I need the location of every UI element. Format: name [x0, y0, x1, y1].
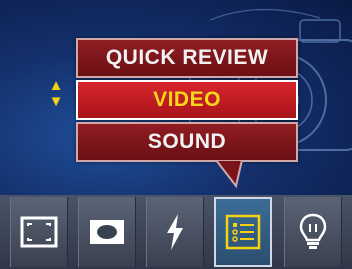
menu-item-label: VIDEO	[153, 88, 221, 111]
menu-item-sound[interactable]: SOUND	[76, 122, 298, 162]
menu-item-video[interactable]: VIDEO	[76, 80, 298, 120]
menu-item-quick-review[interactable]: QUICK REVIEW	[76, 38, 298, 78]
menu-list-icon	[225, 214, 261, 250]
toolbar-flash-button[interactable]	[146, 197, 204, 267]
toolbar-frame-button[interactable]	[10, 197, 68, 267]
flash-icon	[167, 214, 183, 250]
camera-eye-icon	[90, 220, 124, 244]
down-arrow-icon[interactable]: ▼	[44, 94, 68, 110]
toolbar-camera-button[interactable]	[78, 197, 136, 267]
toolbar-bulb-button[interactable]	[284, 197, 342, 267]
frame-icon	[20, 216, 58, 248]
lightbulb-icon	[299, 213, 327, 249]
up-arrow-icon[interactable]: ▲	[44, 78, 68, 94]
scroll-indicator: ▲ ▼	[44, 78, 68, 120]
toolbar	[0, 195, 352, 269]
camera-menu-screen: ▲ ▼ QUICK REVIEW VIDEO SOUND	[0, 0, 352, 269]
settings-menu: QUICK REVIEW VIDEO SOUND	[76, 38, 298, 164]
menu-pointer	[214, 160, 244, 188]
menu-item-label: QUICK REVIEW	[105, 46, 269, 69]
toolbar-menu-button[interactable]	[214, 197, 272, 267]
menu-item-label: SOUND	[147, 130, 227, 153]
